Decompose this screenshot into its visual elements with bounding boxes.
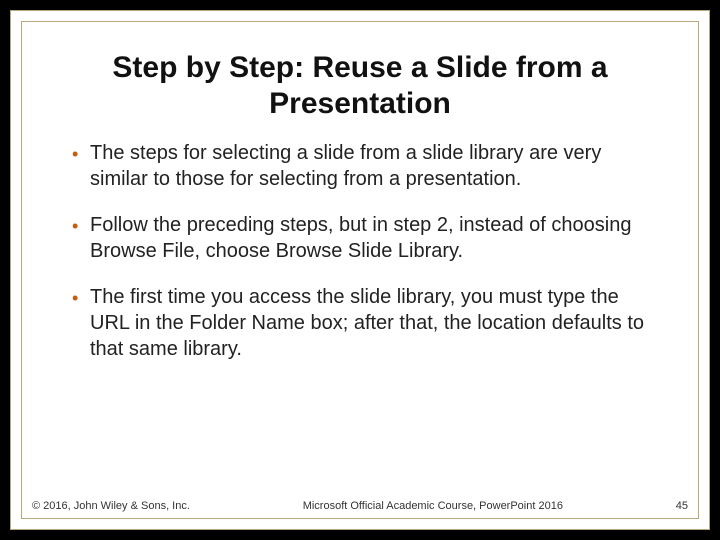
bullet-item: • The first time you access the slide li… bbox=[72, 284, 648, 362]
slide-inner-frame: Step by Step: Reuse a Slide from a Prese… bbox=[21, 21, 699, 519]
slide-title: Step by Step: Reuse a Slide from a Prese… bbox=[22, 22, 698, 140]
footer-page-number: 45 bbox=[676, 500, 688, 512]
bullet-marker-icon: • bbox=[72, 212, 90, 239]
footer-copyright: © 2016, John Wiley & Sons, Inc. bbox=[32, 500, 190, 512]
bullet-text: Follow the preceding steps, but in step … bbox=[90, 212, 648, 264]
bullet-item: • Follow the preceding steps, but in ste… bbox=[72, 212, 648, 264]
bullet-item: • The steps for selecting a slide from a… bbox=[72, 140, 648, 192]
bullet-text: The steps for selecting a slide from a s… bbox=[90, 140, 648, 192]
footer-course-name: Microsoft Official Academic Course, Powe… bbox=[190, 500, 676, 512]
bullet-marker-icon: • bbox=[72, 140, 90, 167]
bullet-marker-icon: • bbox=[72, 284, 90, 311]
slide-body: • The steps for selecting a slide from a… bbox=[22, 140, 698, 362]
slide-footer: © 2016, John Wiley & Sons, Inc. Microsof… bbox=[22, 500, 698, 512]
bullet-text: The first time you access the slide libr… bbox=[90, 284, 648, 362]
slide-outer-frame: Step by Step: Reuse a Slide from a Prese… bbox=[10, 10, 710, 530]
